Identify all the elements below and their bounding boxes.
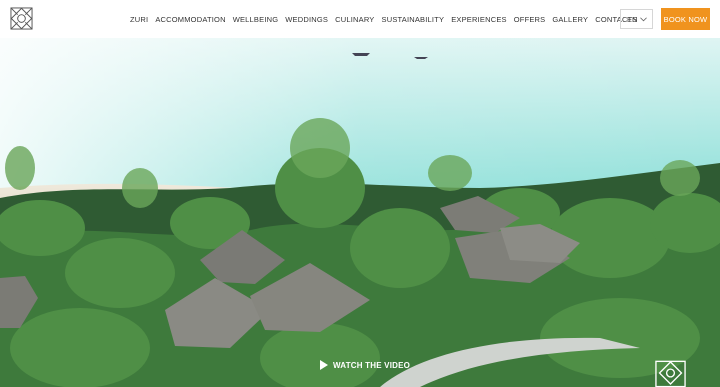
watch-video-label: WATCH THE VIDEO	[333, 360, 411, 370]
site-header: ZURI ACCOMMODATION WELLBEING WEDDINGS CU…	[0, 0, 720, 38]
hero-video-banner[interactable]	[0, 38, 720, 387]
book-now-button[interactable]: BOOK NOW	[661, 8, 710, 30]
nav-item-sustainability[interactable]: SUSTAINABILITY	[382, 15, 445, 24]
nav-item-accommodation[interactable]: ACCOMMODATION	[155, 15, 225, 24]
nav-item-weddings[interactable]: WEDDINGS	[285, 15, 328, 24]
nav-item-gallery[interactable]: GALLERY	[552, 15, 588, 24]
chevron-down-icon	[640, 16, 647, 21]
nav-item-culinary[interactable]: CULINARY	[335, 15, 374, 24]
language-select[interactable]: EN	[620, 9, 653, 29]
nav-item-zuri[interactable]: ZURI	[130, 15, 148, 24]
resort-logo-icon[interactable]	[10, 7, 33, 30]
nav-item-experiences[interactable]: EXPERIENCES	[451, 15, 507, 24]
resort-logo-icon	[655, 360, 686, 387]
nav-item-offers[interactable]: OFFERS	[514, 15, 546, 24]
hero-image	[0, 38, 720, 387]
main-nav: ZURI ACCOMMODATION WELLBEING WEDDINGS CU…	[130, 0, 645, 38]
watch-video-button[interactable]: WATCH THE VIDEO	[320, 360, 410, 370]
nav-item-wellbeing[interactable]: WELLBEING	[233, 15, 279, 24]
language-value: EN	[627, 14, 638, 24]
play-icon	[320, 360, 328, 370]
